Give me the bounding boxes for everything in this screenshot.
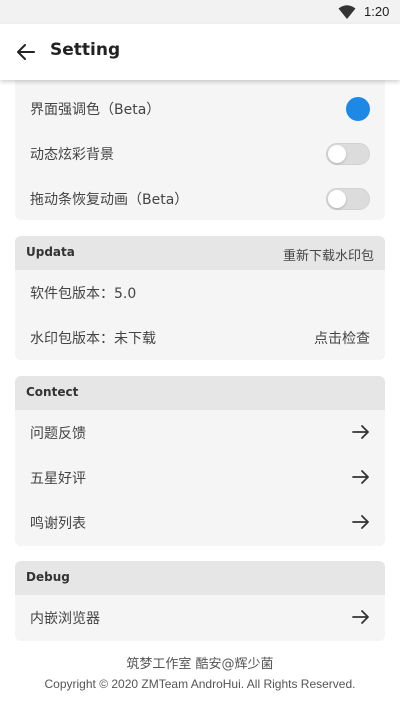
contect-title: Contect bbox=[26, 385, 79, 399]
debug-header: Debug bbox=[15, 561, 385, 595]
seekbar-animation-label: 拖动条恢复动画（Beta） bbox=[30, 192, 189, 208]
contect-header: Contect bbox=[15, 376, 385, 410]
debug-title: Debug bbox=[26, 570, 70, 584]
embedded-browser-row[interactable]: 内嵌浏览器 bbox=[15, 595, 385, 640]
arrow-right-icon bbox=[352, 425, 369, 439]
updata-header: Updata 重新下载水印包 bbox=[15, 236, 385, 270]
arrow-right-icon bbox=[352, 610, 369, 624]
switch-knob bbox=[328, 145, 346, 163]
package-version-row: 软件包版本：5.0 bbox=[15, 270, 385, 315]
updata-title: Updata bbox=[26, 245, 75, 259]
appearance-card: 界面强调色（Beta） 动态炫彩背景 拖动条恢复动画（Beta） bbox=[15, 72, 385, 220]
watermark-version-label: 水印包版本：未下载 bbox=[30, 331, 156, 347]
debug-card: Debug 内嵌浏览器 bbox=[15, 561, 385, 641]
arrow-right-icon bbox=[352, 515, 369, 529]
app-bar: Setting bbox=[0, 24, 400, 80]
seekbar-animation-switch[interactable] bbox=[326, 188, 370, 210]
dynamic-background-label: 动态炫彩背景 bbox=[30, 147, 114, 163]
redownload-watermark-button[interactable]: 重新下载水印包 bbox=[283, 245, 374, 264]
copyright: Copyright © 2020 ZMTeam AndroHui. All Ri… bbox=[44, 677, 356, 691]
feedback-label: 问题反馈 bbox=[30, 426, 86, 442]
footer: 筑梦工作室 酷安@辉少菌 Copyright © 2020 ZMTeam And… bbox=[0, 656, 400, 694]
credits-row[interactable]: 鸣谢列表 bbox=[15, 500, 385, 545]
check-update-button[interactable]: 点击检查 bbox=[314, 328, 370, 348]
wifi-icon bbox=[338, 5, 356, 19]
credits-label: 鸣谢列表 bbox=[30, 516, 86, 532]
feedback-row[interactable]: 问题反馈 bbox=[15, 410, 385, 455]
dynamic-background-switch[interactable] bbox=[326, 143, 370, 165]
accent-color-row[interactable]: 界面强调色（Beta） bbox=[15, 86, 385, 131]
switch-knob bbox=[328, 190, 346, 208]
studio-credit: 筑梦工作室 酷安@辉少菌 bbox=[126, 657, 274, 672]
five-star-rating-label: 五星好评 bbox=[30, 471, 86, 487]
five-star-rating-row[interactable]: 五星好评 bbox=[15, 455, 385, 500]
updata-card: Updata 重新下载水印包 软件包版本：5.0 水印包版本：未下载 点击检查 bbox=[15, 236, 385, 360]
watermark-version-row[interactable]: 水印包版本：未下载 点击检查 bbox=[15, 315, 385, 360]
status-bar: 1:20 bbox=[0, 0, 400, 24]
seekbar-animation-row[interactable]: 拖动条恢复动画（Beta） bbox=[15, 176, 385, 220]
embedded-browser-label: 内嵌浏览器 bbox=[30, 611, 100, 627]
accent-color-label: 界面强调色（Beta） bbox=[30, 102, 161, 118]
contect-card: Contect 问题反馈 五星好评 鸣谢列表 bbox=[15, 376, 385, 546]
package-version-label: 软件包版本：5.0 bbox=[30, 286, 137, 302]
status-time: 1:20 bbox=[364, 4, 390, 19]
arrow-right-icon bbox=[352, 470, 369, 484]
arrow-left-icon[interactable] bbox=[14, 40, 38, 64]
accent-color-dot[interactable] bbox=[346, 97, 370, 121]
dynamic-background-row[interactable]: 动态炫彩背景 bbox=[15, 131, 385, 176]
page-title: Setting bbox=[50, 40, 121, 60]
